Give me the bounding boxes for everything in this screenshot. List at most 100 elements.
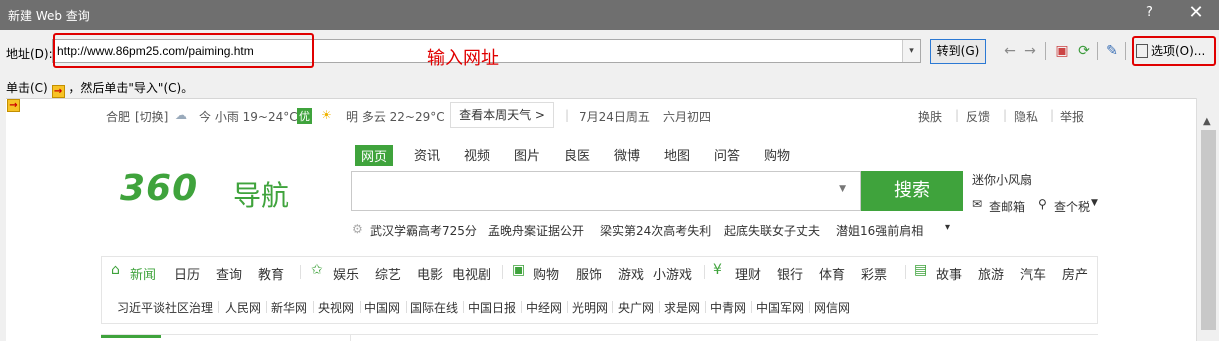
category-divider — [905, 265, 906, 279]
category-education[interactable]: 教育 — [258, 264, 284, 283]
link-divider — [567, 301, 568, 313]
tax-link[interactable]: 查个税 — [1054, 198, 1090, 215]
category-entertainment[interactable]: 娱乐 — [333, 264, 359, 283]
category-tv[interactable]: 电视剧 — [452, 264, 491, 283]
search-tab-weibo[interactable]: 微博 — [614, 145, 640, 164]
site-link[interactable]: 习近平谈社区治理 — [117, 299, 213, 316]
stop-icon[interactable]: ▣ — [1053, 42, 1071, 60]
search-tab-map[interactable]: 地图 — [664, 145, 690, 164]
search-tab-health[interactable]: 良医 — [564, 145, 590, 164]
link-divider — [521, 301, 522, 313]
logo-subtitle[interactable]: 导航 — [233, 174, 289, 214]
category-games[interactable]: 游戏 — [618, 264, 644, 283]
back-icon[interactable]: ← — [1001, 42, 1019, 60]
go-button[interactable]: 转到(G) — [930, 39, 986, 64]
rain-cloud-icon: ☁ — [175, 108, 187, 122]
search-dropdown-icon[interactable]: ▼ — [839, 184, 846, 194]
hot-item[interactable]: 武汉学霸高考725分 — [370, 222, 477, 239]
link-divider — [218, 301, 219, 313]
category-query[interactable]: 查询 — [216, 264, 242, 283]
cart-icon: ▣ — [512, 262, 526, 278]
close-button[interactable]: ✕ — [1186, 2, 1206, 23]
hot-gear-icon: ⚙ — [352, 222, 363, 236]
category-finance[interactable]: 理财 — [735, 264, 761, 283]
address-dropdown-icon[interactable]: ▾ — [902, 40, 920, 62]
link-divider — [705, 301, 706, 313]
top-link-privacy[interactable]: 隐私 — [1014, 108, 1038, 125]
tax-chevron-down-icon[interactable]: ▼ — [1091, 198, 1098, 208]
toolbar-divider — [1045, 42, 1046, 60]
options-button[interactable]: 选项(O)... — [1134, 39, 1214, 64]
weather-divider: | — [565, 108, 570, 122]
site-link[interactable]: 央视网 — [318, 299, 354, 316]
search-button[interactable]: 搜索 — [861, 171, 963, 211]
forward-icon[interactable]: → — [1021, 42, 1039, 60]
search-tab-web[interactable]: 网页 — [355, 145, 394, 166]
site-link[interactable]: 国际在线 — [410, 299, 458, 316]
category-variety[interactable]: 综艺 — [375, 264, 401, 283]
link-divider — [406, 301, 407, 313]
site-link[interactable]: 网信网 — [814, 299, 850, 316]
mail-icon: ✉ — [972, 197, 983, 211]
hot-item[interactable]: 潜姐16强前肩相 — [836, 222, 923, 239]
category-divider — [704, 265, 705, 279]
scroll-thumb[interactable] — [1201, 130, 1216, 330]
category-sports[interactable]: 体育 — [819, 264, 845, 283]
category-travel[interactable]: 旅游 — [978, 264, 1004, 283]
help-button[interactable]: ? — [1146, 5, 1153, 20]
category-mini-games[interactable]: 小游戏 — [653, 264, 692, 283]
search-tab-video[interactable]: 视频 — [464, 145, 490, 164]
hot-more-chevron-icon[interactable]: ▾ — [945, 222, 950, 233]
address-label: 地址(D): — [6, 47, 53, 61]
options-label: 选项(O)... — [1151, 44, 1206, 58]
search-input[interactable]: ▼ — [351, 171, 861, 211]
search-tab-qa[interactable]: 问答 — [714, 145, 740, 164]
site-link[interactable]: 中经网 — [526, 299, 562, 316]
refresh-icon[interactable]: ⟳ — [1075, 42, 1093, 60]
site-link[interactable]: 人民网 — [225, 299, 261, 316]
city-name: 合肥 — [106, 110, 131, 124]
category-real-estate[interactable]: 房产 — [1062, 264, 1088, 283]
weather-tomorrow: 明 多云 22~29°C — [346, 110, 445, 124]
weather-today: 今 小雨 19~24°C — [199, 110, 298, 124]
hot-item[interactable]: 起底失联女子丈夫 — [724, 222, 820, 239]
category-lottery[interactable]: 彩票 — [861, 264, 887, 283]
vertical-scrollbar[interactable]: ▲ — [1196, 98, 1219, 341]
week-weather-button[interactable]: 查看本周天气 > — [450, 102, 554, 128]
category-auto[interactable]: 汽车 — [1020, 264, 1046, 283]
category-apparel[interactable]: 服饰 — [576, 264, 602, 283]
category-news[interactable]: 新闻 — [130, 264, 156, 283]
scroll-up-icon[interactable]: ▲ — [1203, 116, 1211, 127]
hot-item[interactable]: 梁实第24次高考失利 — [600, 222, 711, 239]
link-divider — [463, 301, 464, 313]
check-mail-link[interactable]: 查邮箱 — [989, 198, 1025, 215]
site-link[interactable]: 中青网 — [710, 299, 746, 316]
category-movie[interactable]: 电影 — [417, 264, 443, 283]
table-select-arrow-icon[interactable]: → — [7, 99, 20, 112]
site-link[interactable]: 中国网 — [364, 299, 400, 316]
save-query-icon[interactable]: ✎ — [1103, 42, 1121, 60]
category-calendar[interactable]: 日历 — [174, 264, 200, 283]
site-link[interactable]: 中国军网 — [756, 299, 804, 316]
mini-fan-link[interactable]: 迷你小风扇 — [972, 171, 1032, 188]
category-bank[interactable]: 银行 — [777, 264, 803, 283]
link-divider — [612, 301, 613, 313]
site-link[interactable]: 求是网 — [664, 299, 700, 316]
site-link[interactable]: 新华网 — [271, 299, 307, 316]
hot-item[interactable]: 孟晚舟案证据公开 — [488, 222, 584, 239]
category-shopping[interactable]: 购物 — [533, 264, 559, 283]
logo-360[interactable]: 360 — [120, 168, 198, 209]
site-link[interactable]: 光明网 — [572, 299, 608, 316]
category-story[interactable]: 故事 — [936, 264, 962, 283]
city-switch-link[interactable]: [切换] — [135, 108, 168, 125]
top-link-report[interactable]: 举报 — [1060, 108, 1084, 125]
search-tab-news[interactable]: 资讯 — [414, 145, 440, 164]
person-icon: ⚲ — [1038, 197, 1047, 211]
site-link[interactable]: 中国日报 — [468, 299, 516, 316]
address-highlight — [53, 33, 314, 68]
top-link-skin[interactable]: 换肤 — [918, 108, 942, 125]
top-link-feedback[interactable]: 反馈 — [966, 108, 990, 125]
search-tab-shopping[interactable]: 购物 — [764, 145, 790, 164]
search-tab-images[interactable]: 图片 — [514, 145, 540, 164]
site-link[interactable]: 央广网 — [618, 299, 654, 316]
